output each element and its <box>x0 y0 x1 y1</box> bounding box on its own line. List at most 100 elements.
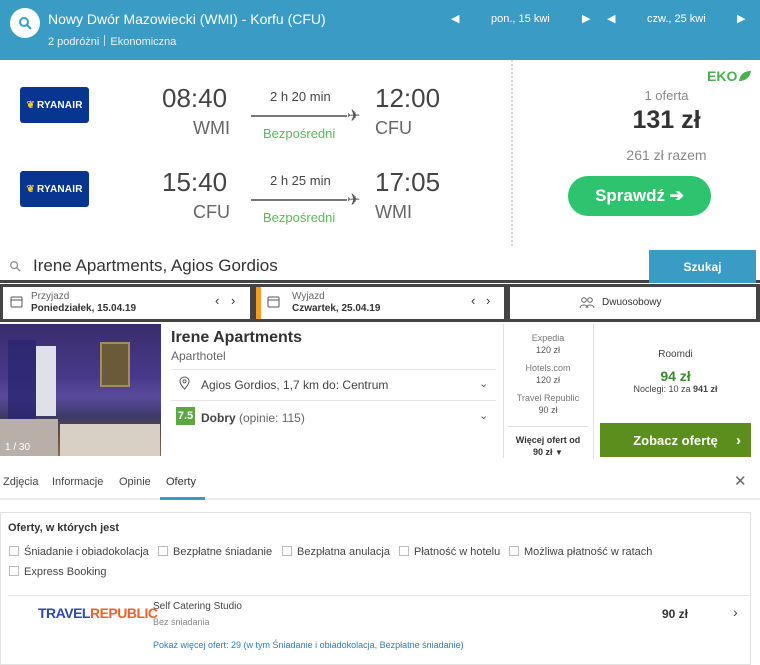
ota-name[interactable]: Travel Republic <box>503 393 593 403</box>
hotel-type: Aparthotel <box>171 349 226 363</box>
offer-price[interactable]: 90 zł <box>662 607 688 621</box>
offers-count: 1 oferta <box>644 88 689 103</box>
calendar-icon <box>267 295 280 313</box>
ota-price[interactable]: 120 zł <box>503 345 593 355</box>
divider <box>171 400 496 401</box>
checkin-next-icon[interactable]: › <box>231 293 235 308</box>
see-offer-label: Zobacz ofertę <box>633 432 718 448</box>
nights-label: Noclegi: 10 za <box>633 384 691 394</box>
checkbox[interactable] <box>509 546 519 556</box>
close-icon[interactable]: ✕ <box>734 472 747 490</box>
depart-date[interactable]: pon., 15 kwi <box>491 13 550 25</box>
hotel-location[interactable]: Agios Gordios, 1,7 km do: Centrum <box>201 378 388 392</box>
room-name: Self Catering Studio <box>153 601 242 612</box>
ota-name[interactable]: Expedia <box>503 333 593 343</box>
chevron-right-icon: › <box>736 431 741 449</box>
more-offers-from[interactable]: Więcej ofert od 90 zł ▼ <box>503 434 593 459</box>
rating-text[interactable]: Dobry (opinie: 115) <box>201 411 305 425</box>
filter-label: Bezpłatne śniadanie <box>173 546 273 558</box>
checkbox[interactable] <box>158 546 168 556</box>
rating-reviews: (opinie: 115) <box>239 411 305 425</box>
divider <box>508 426 588 427</box>
ryanair-logo: ❦ RYANAIR <box>20 87 89 123</box>
checkbox[interactable] <box>282 546 292 556</box>
tab-offers[interactable]: Oferty <box>166 476 196 488</box>
filter-label: Możliwa płatność w ratach <box>524 546 653 558</box>
hotel-photo[interactable] <box>0 324 161 456</box>
eko-label: EKO <box>707 68 738 84</box>
plane-icon: ✈ <box>347 192 361 209</box>
arrival-time: 12:00 <box>375 83 441 113</box>
filter-checkbox[interactable]: Płatność w hotelu <box>399 546 500 558</box>
filter-label: Śniadanie i obiadokolacja <box>24 546 149 558</box>
tabs-divider <box>0 498 760 500</box>
travellers-count: 2 podróżni <box>48 36 100 48</box>
search-button[interactable]: Szukaj <box>649 250 756 283</box>
leaf-icon <box>739 71 752 81</box>
search-icon <box>9 259 21 277</box>
departure-airport: WMI <box>193 118 230 138</box>
filter-checkbox[interactable]: Bezpłatne śniadanie <box>158 546 272 558</box>
arrival-time: 17:05 <box>375 167 441 197</box>
total-price: 261 zł razem <box>626 147 707 163</box>
cabin-class: Ekonomiczna <box>110 36 177 48</box>
checkbox[interactable] <box>9 546 19 556</box>
eko-badge: EKO <box>707 68 752 84</box>
airline-name: RYANAIR <box>36 183 83 195</box>
ota-name[interactable]: Hotels.com <box>503 363 593 373</box>
show-more-offers-link[interactable]: Pokaż więcej ofert: 29 (w tym Śniadanie … <box>153 640 464 650</box>
guests-icon <box>579 296 595 314</box>
return-date[interactable]: czw., 25 kwi <box>647 13 706 25</box>
departure-time: 15:40 <box>162 167 228 197</box>
travel-republic-logo: TRAVELREPUBLIC <box>38 605 158 621</box>
departure-airport: CFU <box>193 202 230 222</box>
divider <box>8 595 750 596</box>
tab-photos[interactable]: Zdjęcia <box>3 476 38 488</box>
checkout-next-icon[interactable]: › <box>486 293 490 308</box>
return-next-icon[interactable]: ▶ <box>737 12 745 25</box>
divider <box>171 369 496 370</box>
checkin-value: Poniedziałek, 15.04.19 <box>31 303 137 314</box>
filter-checkbox[interactable]: Śniadanie i obiadokolacja <box>9 546 149 558</box>
ota-price[interactable]: 120 zł <box>503 375 593 385</box>
checkbox[interactable] <box>9 566 19 576</box>
see-offer-button[interactable]: Zobacz ofertę › <box>600 423 751 457</box>
nights-total: Noclegi: 10 za 941 zł <box>593 384 758 394</box>
checkout-label: Wyjazd <box>292 291 325 302</box>
trip-details[interactable]: 2 podróżni Ekonomiczna <box>48 35 176 48</box>
active-tab-indicator <box>160 497 205 500</box>
filter-checkbox[interactable]: Bezpłatna anulacja <box>282 546 390 558</box>
filter-checkbox[interactable]: Możliwa płatność w ratach <box>509 546 652 558</box>
arrival-airport: CFU <box>375 118 412 138</box>
more-offers-label: Więcej ofert od <box>515 435 581 445</box>
depart-next-icon[interactable]: ▶ <box>582 12 590 25</box>
image-counter: 1 / 30 <box>5 442 31 453</box>
filter-label: Bezpłatna anulacja <box>297 546 390 558</box>
hotel-search-input[interactable]: Irene Apartments, Agios Gordios <box>33 256 278 276</box>
filter-label: Płatność w hotelu <box>414 546 501 558</box>
tab-reviews[interactable]: Opinie <box>119 476 151 488</box>
ota-price[interactable]: 90 zł <box>503 405 593 415</box>
best-price: 94 zł <box>660 368 691 384</box>
chevron-right-icon[interactable]: › <box>733 604 738 620</box>
chevron-down-icon[interactable]: ⌄ <box>479 409 488 422</box>
return-prev-icon[interactable]: ◀ <box>607 12 615 25</box>
hotel-name[interactable]: Irene Apartments <box>171 329 302 347</box>
filter-checkbox[interactable]: Express Booking <box>9 566 107 578</box>
chevron-down-icon[interactable]: ⌄ <box>479 377 488 390</box>
checkbox[interactable] <box>399 546 409 556</box>
board-type: Bez śniadania <box>153 617 210 627</box>
departure-time: 08:40 <box>162 83 228 113</box>
logo-text: TRAVEL <box>38 605 90 621</box>
check-button[interactable]: Sprawdź ➔ <box>568 176 711 216</box>
route-title[interactable]: Nowy Dwór Mazowiecki (WMI) - Korfu (CFU) <box>48 11 326 27</box>
offers-filter-title: Oferty, w których jest <box>8 522 120 534</box>
more-offers-price: 90 zł <box>533 447 553 457</box>
checkout-prev-icon[interactable]: ‹ <box>471 293 475 308</box>
depart-prev-icon[interactable]: ◀ <box>451 12 459 25</box>
filter-label: Express Booking <box>24 566 107 578</box>
tab-info[interactable]: Informacje <box>52 476 103 488</box>
rating-word: Dobry <box>201 411 236 425</box>
search-icon[interactable] <box>10 8 40 38</box>
checkin-prev-icon[interactable]: ‹ <box>215 293 219 308</box>
